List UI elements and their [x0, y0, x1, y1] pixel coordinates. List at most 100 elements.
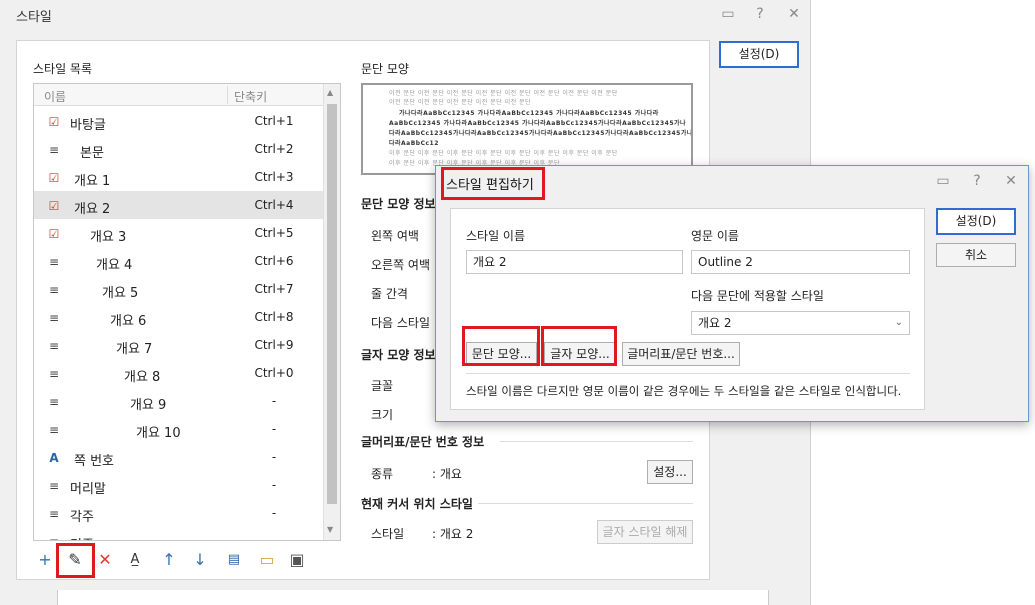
- list-item[interactable]: ☑ 개요 3 Ctrl+5: [34, 219, 324, 247]
- comment-icon[interactable]: ▭: [933, 171, 953, 191]
- kind-value: : 개요: [432, 467, 462, 481]
- highlight-paragraph-shape: [462, 326, 540, 366]
- cursor-style-label: 스타일: [371, 527, 405, 541]
- preview-line: 이전 문단 이전 문단 이전 문단 이전 문단 이전 문단: [389, 99, 532, 106]
- edit-style-dialog: 스타일 편집하기 ▭ ? ✕ 스타일 이름 개요 2 영문 이름 Outline…: [435, 165, 1029, 422]
- style-name: 본문: [80, 146, 104, 161]
- divider: [478, 503, 693, 504]
- next-style-label: 다음 문단에 적용할 스타일: [691, 289, 824, 303]
- close-icon[interactable]: ✕: [1001, 171, 1021, 191]
- import-style-icon[interactable]: ▤: [222, 548, 246, 572]
- style-shortcut: -: [271, 422, 277, 436]
- highlight-edit-button: [56, 543, 95, 578]
- checkmark-icon: ☑: [48, 171, 60, 185]
- style-name: 개요 10: [136, 426, 181, 441]
- col-divider: [227, 86, 228, 104]
- list-item[interactable]: ≡ 개요 10 -: [34, 415, 324, 443]
- cursor-style-title: 현재 커서 위치 스타일: [361, 497, 473, 511]
- style-shortcut: -: [271, 534, 277, 541]
- paragraph-lines-icon: ≡: [48, 479, 60, 493]
- checkmark-icon: ☑: [48, 199, 60, 213]
- style-shortcut: Ctrl+7: [254, 282, 294, 296]
- list-item[interactable]: ≡ 개요 5 Ctrl+7: [34, 275, 324, 303]
- style-shortcut: -: [271, 450, 277, 464]
- style-name: 미주: [70, 534, 94, 540]
- help-icon[interactable]: ?: [750, 4, 770, 24]
- style-name: 개요 8: [124, 370, 161, 385]
- checkmark-icon: ☑: [48, 115, 60, 129]
- bullet-numbering-button[interactable]: 글머리표/문단 번호...: [622, 342, 740, 366]
- size-label: 크기: [371, 408, 394, 422]
- list-item[interactable]: A 쪽 번호 -: [34, 443, 324, 471]
- list-item[interactable]: ≡ 본문 Ctrl+2: [34, 135, 324, 163]
- style-name: 개요 7: [116, 342, 153, 357]
- style-name-label: 스타일 이름: [466, 229, 526, 243]
- list-scrollbar[interactable]: ▲ ▼: [323, 84, 340, 540]
- paragraph-lines-icon: ≡: [48, 255, 60, 269]
- style-name: 개요 1: [74, 174, 111, 189]
- style-shortcut: Ctrl+1: [254, 114, 294, 128]
- preview-line: 다라AaBbCc12345가나다라AaBbCc12345가나다라AaBbCc12…: [389, 130, 693, 137]
- dialog-ok-button[interactable]: 설정(D): [936, 208, 1016, 235]
- style-shortcut: -: [271, 394, 277, 408]
- style-shortcut: Ctrl+0: [254, 366, 294, 380]
- list-item[interactable]: ≡ 머리말 -: [34, 471, 324, 499]
- list-header: 이름 단축키: [34, 84, 324, 106]
- delete-style-icon[interactable]: ✕: [93, 548, 117, 572]
- close-icon[interactable]: ✕: [784, 4, 804, 24]
- english-name-input[interactable]: Outline 2: [691, 250, 910, 274]
- save-icon[interactable]: ▣: [285, 548, 309, 572]
- list-item[interactable]: ☑ 개요 2 Ctrl+4: [34, 191, 324, 219]
- next-style-label: 다음 스타일: [371, 316, 431, 330]
- left-margin-label: 왼쪽 여백: [371, 229, 419, 243]
- list-item[interactable]: ≡ 미주 -: [34, 527, 324, 541]
- main-ok-button[interactable]: 설정(D): [719, 41, 799, 68]
- col-shortcut-header[interactable]: 단축키: [234, 88, 267, 105]
- release-char-style-button[interactable]: 글자 스타일 해제: [597, 520, 693, 544]
- list-item[interactable]: ≡ 개요 7 Ctrl+9: [34, 331, 324, 359]
- dialog-cancel-button[interactable]: 취소: [936, 243, 1016, 267]
- background-document-edge: [57, 590, 769, 605]
- scroll-thumb[interactable]: [327, 104, 337, 504]
- style-name: 바탕글: [70, 118, 106, 133]
- bullet-info-title: 글머리표/문단 번호 정보: [361, 435, 485, 449]
- divider: [500, 441, 693, 442]
- comment-icon[interactable]: ▭: [718, 4, 738, 24]
- style-name: 개요 6: [110, 314, 147, 329]
- style-name: 개요 2: [74, 202, 111, 217]
- add-style-icon[interactable]: +: [33, 548, 57, 572]
- style-shortcut: Ctrl+9: [254, 338, 294, 352]
- paragraph-preview: 이전 문단 이전 문단 이전 문단 이전 문단 이전 문단 이전 문단 이전 문…: [361, 83, 693, 175]
- bullet-settings-button[interactable]: 설정...: [647, 460, 693, 484]
- style-list-label: 스타일 목록: [33, 62, 93, 76]
- checkmark-icon: ☑: [48, 227, 60, 241]
- preview-line: 이전 문단 이전 문단 이전 문단 이전 문단 이전 문단 이전 문단 이전 문…: [389, 90, 618, 97]
- style-list[interactable]: 이름 단축키 ☑ 바탕글 Ctrl+1 ≡ 본문 Ctrl+2 ☑ 개요 1 Ctrl+3 ☑ 개요…: [33, 83, 341, 541]
- preview-line: 다라AaBbCc12: [389, 140, 439, 147]
- scroll-down-icon[interactable]: ▼: [327, 525, 333, 534]
- highlight-char-shape: [541, 326, 617, 366]
- char-info-title: 글자 모양 정보: [361, 348, 436, 362]
- move-down-icon[interactable]: ↓: [188, 548, 212, 572]
- scroll-up-icon[interactable]: ▲: [327, 88, 333, 97]
- list-item[interactable]: ≡ 개요 9 -: [34, 387, 324, 415]
- list-item[interactable]: ≡ 각주 -: [34, 499, 324, 527]
- list-item[interactable]: ≡ 개요 8 Ctrl+0: [34, 359, 324, 387]
- help-icon[interactable]: ?: [967, 171, 987, 191]
- list-item[interactable]: ☑ 바탕글 Ctrl+1: [34, 107, 324, 135]
- col-name-header[interactable]: 이름: [44, 88, 66, 105]
- list-item[interactable]: ☑ 개요 1 Ctrl+3: [34, 163, 324, 191]
- next-style-select[interactable]: 개요 2 ⌄: [691, 311, 910, 335]
- style-name-input[interactable]: 개요 2: [466, 250, 683, 274]
- line-spacing-label: 줄 간격: [371, 287, 408, 301]
- list-item[interactable]: ≡ 개요 4 Ctrl+6: [34, 247, 324, 275]
- next-style-value: 개요 2: [698, 316, 732, 330]
- open-folder-icon[interactable]: ▭: [255, 548, 279, 572]
- paragraph-lines-icon: ≡: [48, 507, 60, 521]
- chevron-down-icon: ⌄: [894, 317, 903, 328]
- paragraph-lines-icon: ≡: [48, 367, 60, 381]
- replace-style-icon[interactable]: A̲: [123, 548, 147, 572]
- list-item[interactable]: ≡ 개요 6 Ctrl+8: [34, 303, 324, 331]
- move-up-icon[interactable]: ↑: [157, 548, 181, 572]
- divider: [466, 373, 910, 374]
